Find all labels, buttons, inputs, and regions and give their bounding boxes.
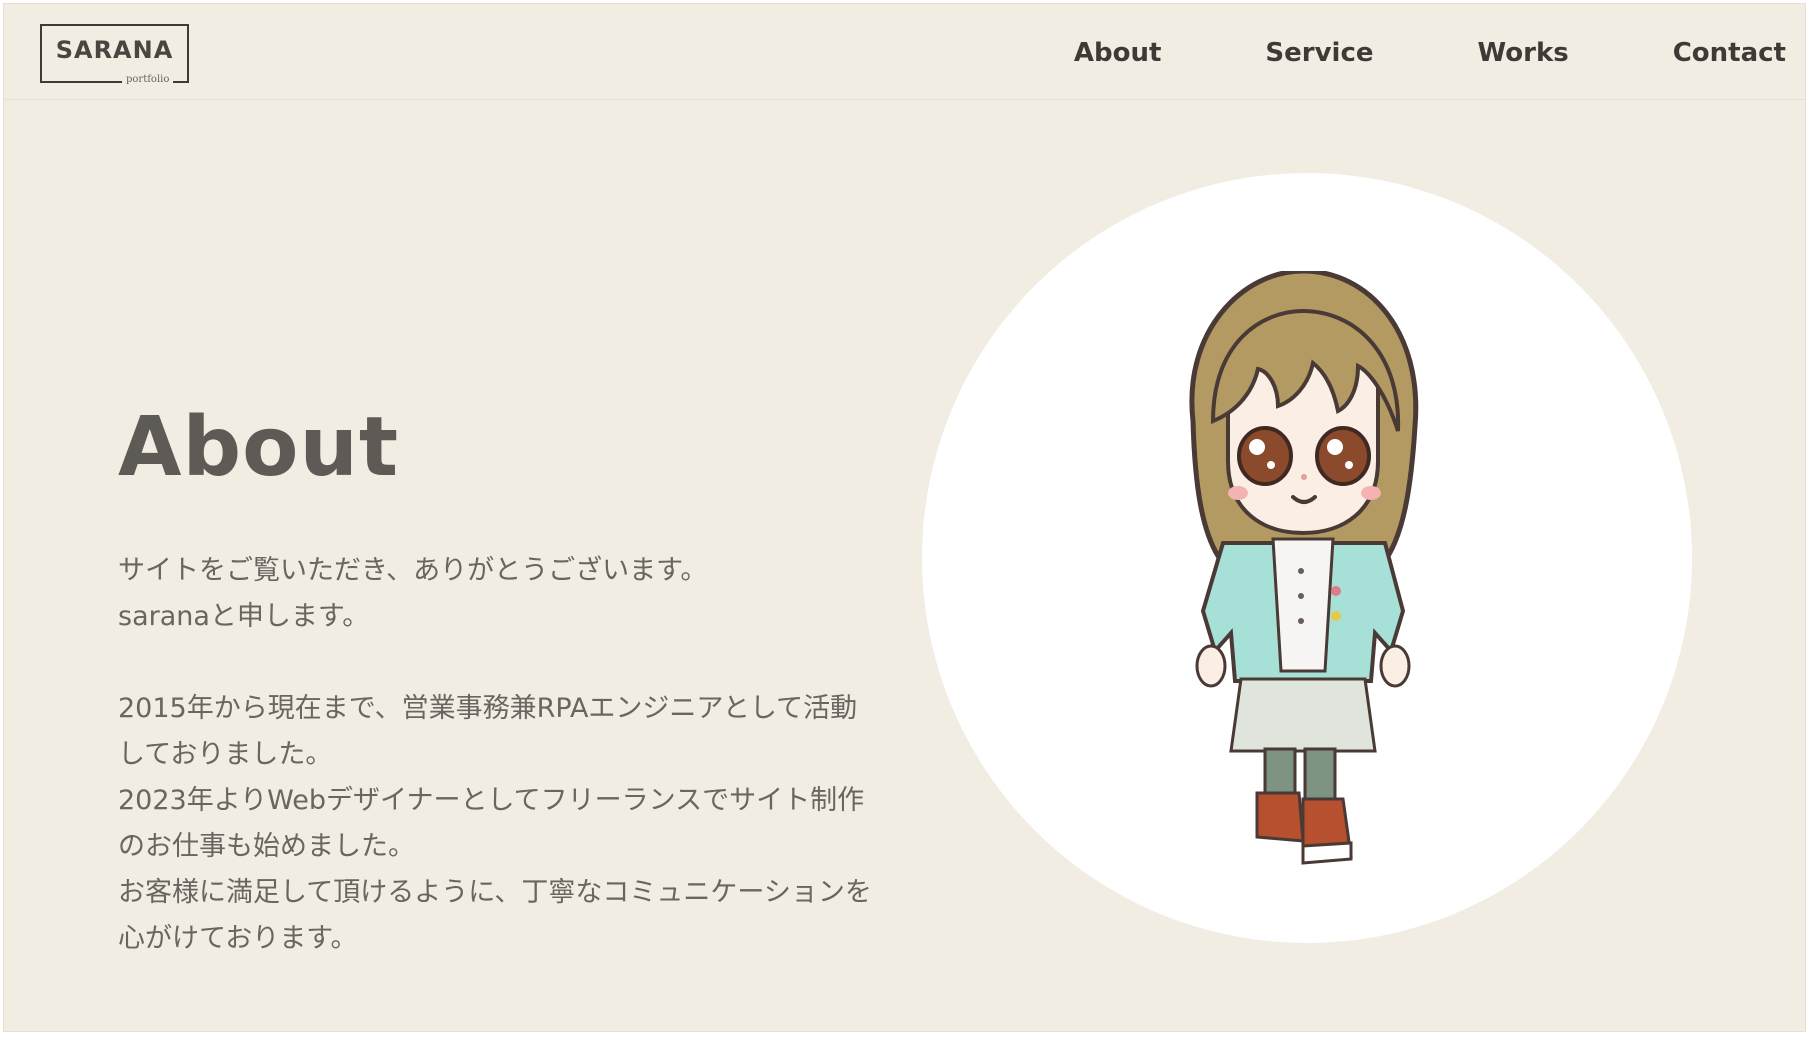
about-text: サイトをご覧いただき、ありがとうございます。 saranaと申します。 2015… <box>118 548 878 962</box>
page: SARANA portfolio About Service Works Con… <box>3 3 1806 1032</box>
site-logo[interactable]: SARANA portfolio <box>40 24 189 87</box>
logo-subtitle: portfolio <box>122 73 174 87</box>
nav-contact[interactable]: Contact <box>1673 37 1786 69</box>
site-header: SARANA portfolio About Service Works Con… <box>3 3 1806 100</box>
communication-text: お客様に満足して頂けるように、丁寧なコミュニケーションを心がけております。 <box>118 877 872 954</box>
logo-text: SARANA <box>55 36 174 64</box>
avatar-illustration <box>1189 271 1419 865</box>
main-nav: About Service Works Contact <box>970 37 1786 69</box>
intro-text: saranaと申します。 <box>118 601 370 632</box>
page-title: About <box>118 400 400 495</box>
nav-service[interactable]: Service <box>1265 37 1373 69</box>
nav-about[interactable]: About <box>1074 37 1162 69</box>
career-text: 2015年から現在まで、営業事務兼RPAエンジニアとして活動しておりました。 <box>118 693 858 770</box>
nav-works[interactable]: Works <box>1478 37 1569 69</box>
greeting-text: サイトをご覧いただき、ありがとうございます。 <box>118 555 708 586</box>
freelance-text: 2023年よりWebデザイナーとしてフリーランスでサイト制作のお仕事も始めました… <box>118 785 865 862</box>
